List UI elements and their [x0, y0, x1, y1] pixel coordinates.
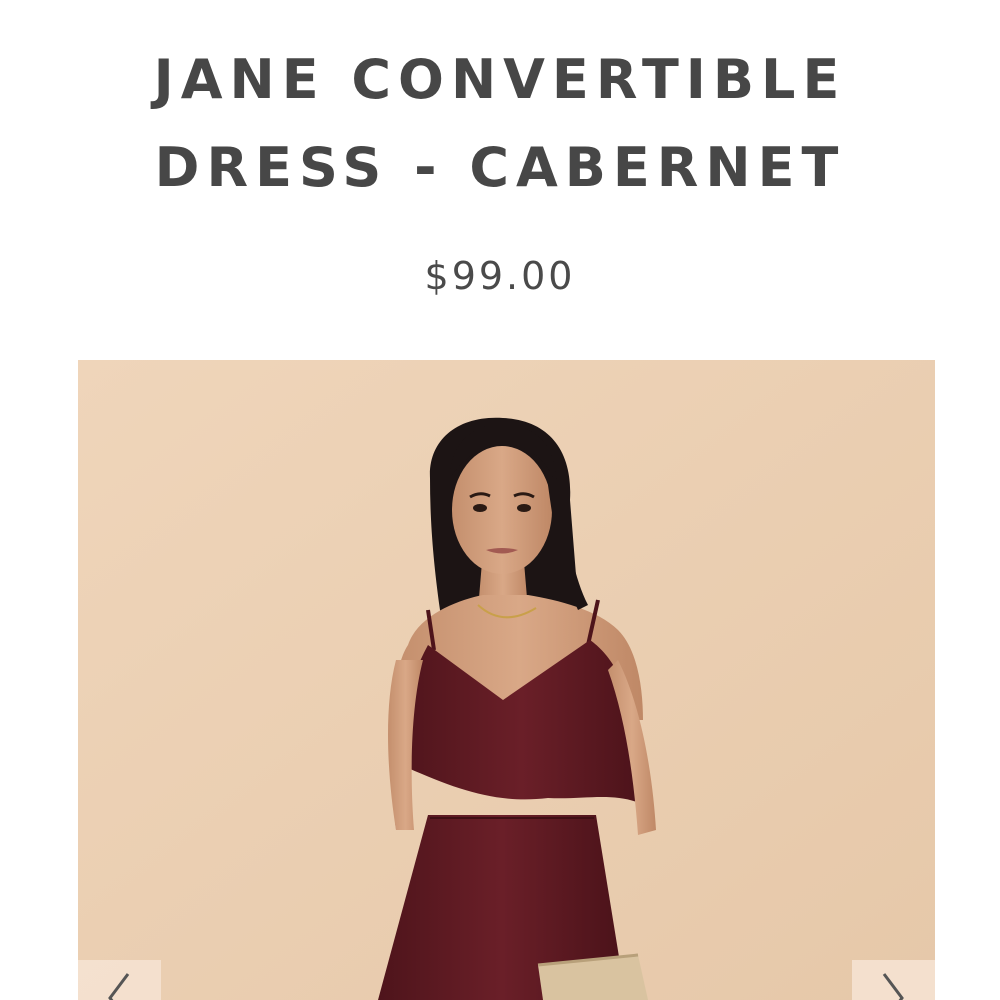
product-photo [78, 360, 935, 1000]
product-title-line-1: JANE CONVERTIBLE [153, 48, 847, 111]
gallery-prev-button[interactable] [78, 960, 161, 1000]
chevron-right-icon [882, 973, 904, 1000]
product-title: JANE CONVERTIBLE DRESS - CABERNET [0, 36, 1000, 212]
product-page: JANE CONVERTIBLE DRESS - CABERNET $99.00 [0, 0, 1000, 1000]
gallery-next-button[interactable] [852, 960, 935, 1000]
product-price: $99.00 [424, 254, 576, 298]
product-title-line-2: DRESS - CABERNET [154, 136, 846, 199]
product-image-gallery[interactable] [78, 360, 935, 1000]
chevron-left-icon [108, 973, 130, 1000]
